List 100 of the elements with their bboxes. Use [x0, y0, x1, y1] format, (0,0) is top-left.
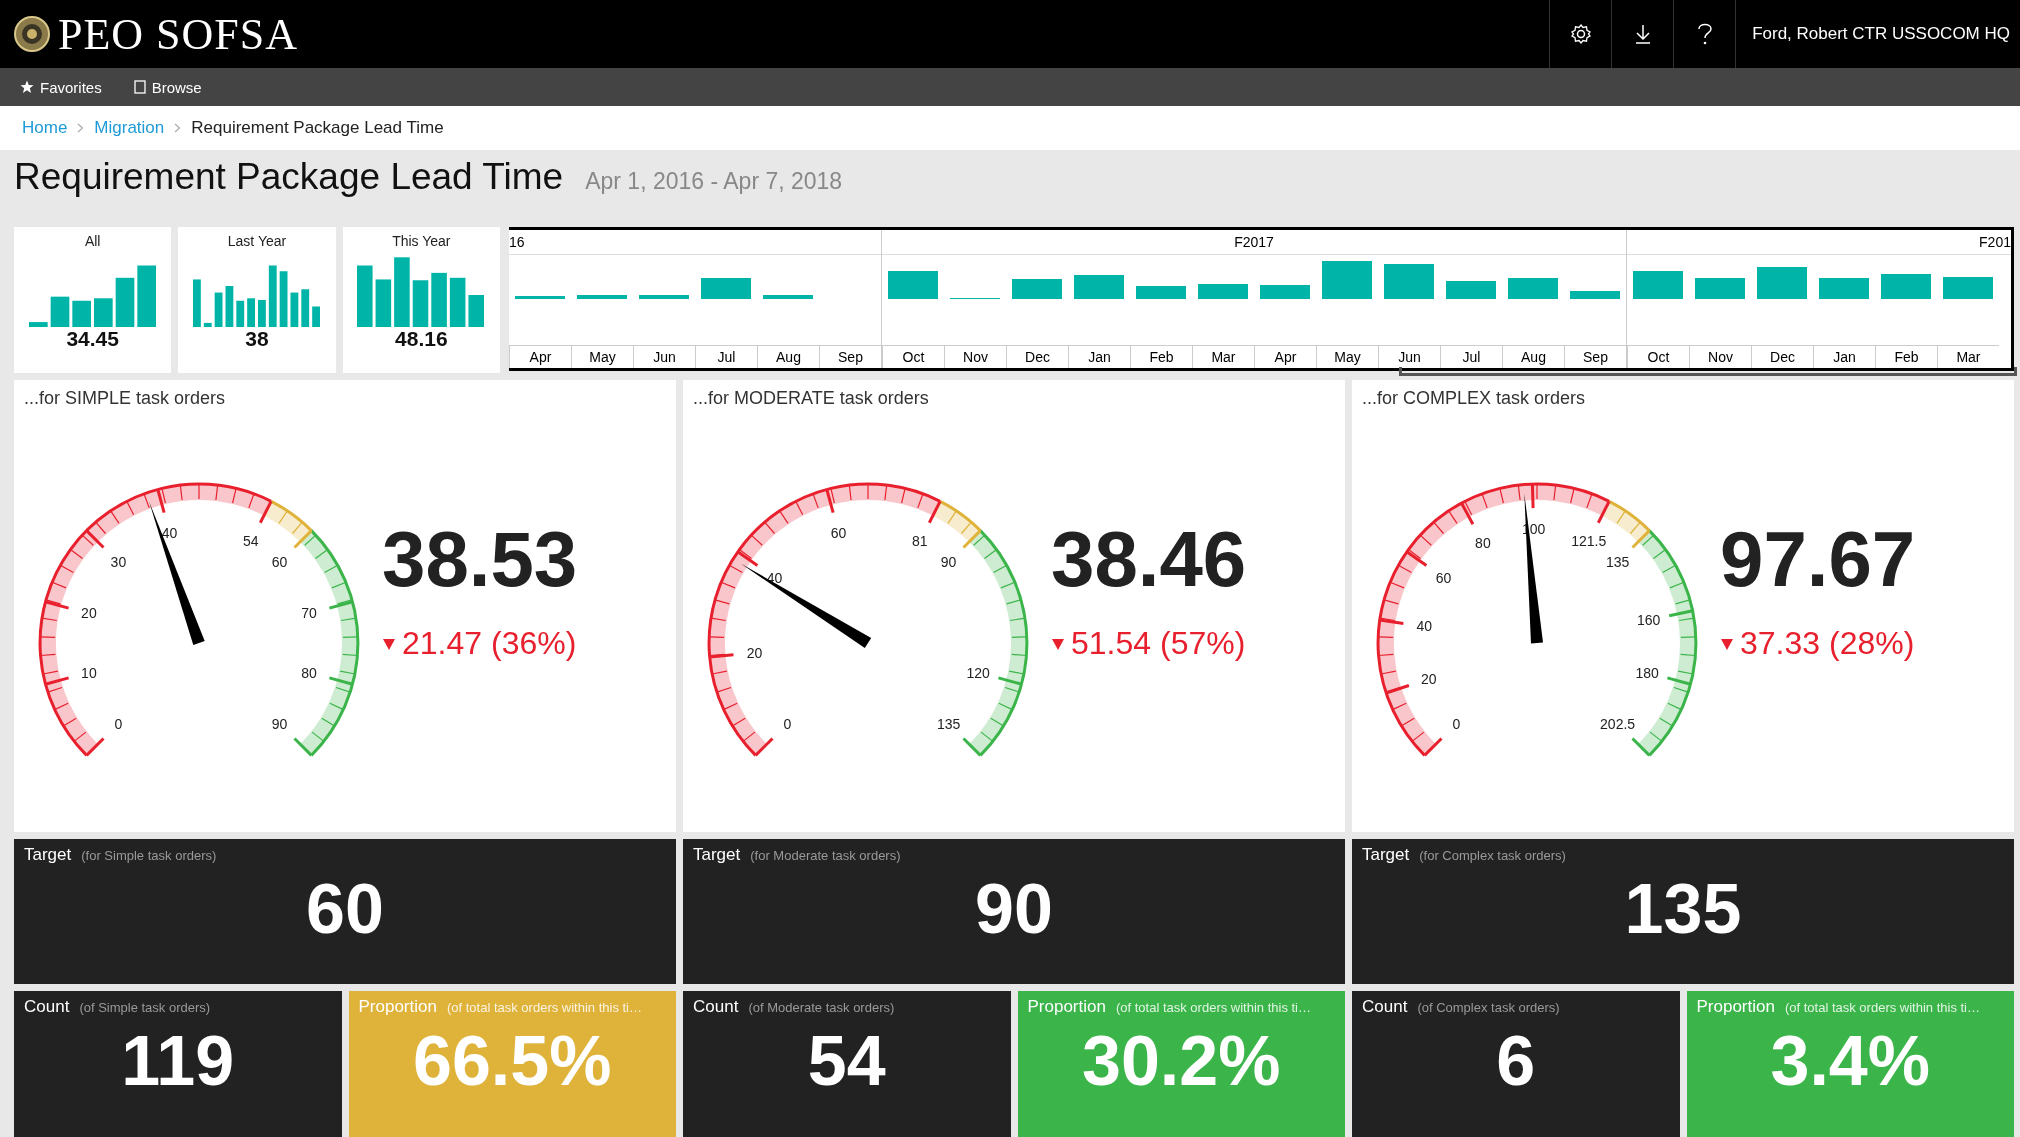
- down-triangle-icon: [1720, 636, 1734, 651]
- month-label[interactable]: Jan: [1813, 345, 1875, 368]
- month-label[interactable]: Mar: [1937, 345, 1999, 368]
- gauge-tick-label: 20: [1421, 670, 1437, 687]
- timeline-bar: [888, 271, 938, 299]
- gauge-tick-label: 180: [1635, 664, 1659, 681]
- year-label: 16: [509, 234, 525, 250]
- card-label: Target: [1362, 845, 1410, 865]
- month-label[interactable]: Nov: [944, 345, 1006, 368]
- month-label[interactable]: Aug: [1502, 345, 1564, 368]
- timeline-bar: [950, 297, 1000, 299]
- summary-card[interactable]: Last Year 38: [178, 227, 336, 373]
- gauge-change: 51.54 (57%): [1071, 625, 1246, 662]
- timeline-bar: [1384, 264, 1434, 299]
- timeline-bar: [1322, 261, 1372, 299]
- card-label: Proportion: [1027, 997, 1106, 1017]
- timeline-bar: [1881, 273, 1931, 299]
- timeline-bar: [1508, 278, 1558, 299]
- gauge-tick-label: 54: [242, 533, 259, 550]
- timeline-bar: [701, 278, 751, 299]
- month-label[interactable]: Apr: [509, 345, 571, 368]
- gauge-tick-label: 135: [936, 715, 961, 732]
- timeline-bar: [1757, 266, 1807, 299]
- gauge-value: 38.53: [382, 514, 578, 605]
- month-label[interactable]: Dec: [1751, 345, 1813, 368]
- stat-value: 54: [807, 1021, 886, 1101]
- card-label: Count: [1362, 997, 1408, 1017]
- target-value: 60: [306, 869, 384, 949]
- month-label[interactable]: Oct: [882, 345, 944, 368]
- breadcrumb-current: Requirement Package Lead Time: [191, 118, 444, 138]
- nav-link[interactable]: Browse: [133, 78, 202, 96]
- timeline-bar: [1012, 279, 1062, 299]
- down-triangle-icon: [382, 636, 396, 651]
- month-label[interactable]: Jul: [695, 345, 757, 368]
- month-label[interactable]: Jun: [633, 345, 695, 368]
- month-label[interactable]: Nov: [1689, 345, 1751, 368]
- card-note: (of Moderate task orders): [748, 1000, 895, 1015]
- target-value: 90: [975, 869, 1053, 949]
- down-triangle-icon: [1051, 636, 1065, 651]
- gauge-tick-label: 120: [966, 664, 990, 681]
- month-label[interactable]: Sep: [1564, 345, 1626, 368]
- gauge-title: ...for SIMPLE task orders: [24, 388, 226, 409]
- timeline-bar: [1633, 271, 1683, 299]
- month-label[interactable]: May: [1316, 345, 1378, 368]
- gauge-tick-label: 20: [746, 644, 763, 661]
- gauge-tick-label: 0: [114, 715, 123, 732]
- gauge-value: 97.67: [1720, 514, 1916, 605]
- summary-card[interactable]: This Year 48.16: [342, 227, 500, 373]
- gauge-change: 21.47 (36%): [402, 625, 577, 662]
- gauge-tick-label: 80: [1475, 534, 1491, 551]
- help-icon: [1696, 22, 1713, 46]
- timeline-bar: [1819, 278, 1869, 299]
- timeline-bar: [1260, 285, 1310, 299]
- stat-value: 30.2%: [1082, 1021, 1281, 1101]
- card-note: (for Moderate task orders): [750, 848, 901, 863]
- month-label[interactable]: Jan: [1068, 345, 1130, 368]
- nav-link[interactable]: Favorites: [20, 78, 102, 96]
- month-label[interactable]: Feb: [1130, 345, 1192, 368]
- chevron-icon: [174, 123, 182, 133]
- seal-icon: [14, 16, 50, 52]
- month-label[interactable]: Apr: [1254, 345, 1316, 368]
- month-label[interactable]: Feb: [1875, 345, 1937, 368]
- star-icon: [20, 80, 34, 94]
- summary-label: This Year: [392, 233, 451, 249]
- page-icon: [133, 80, 146, 94]
- timeline-bar: [1136, 286, 1186, 299]
- gauge-tick-label: 60: [271, 554, 288, 571]
- summary-value: 38: [245, 327, 269, 351]
- card-label: Target: [24, 845, 72, 865]
- month-label[interactable]: Sep: [819, 345, 881, 368]
- timeline-bar: [763, 294, 813, 299]
- month-label[interactable]: Aug: [757, 345, 819, 368]
- logo-text[interactable]: PEO SOFSA: [58, 8, 299, 60]
- year-label: F201: [1979, 234, 2011, 250]
- month-label[interactable]: Mar: [1192, 345, 1254, 368]
- chevron-icon: [77, 123, 85, 133]
- month-label[interactable]: Jun: [1378, 345, 1440, 368]
- card-label: Proportion: [1696, 997, 1775, 1017]
- timeline-bar: [1570, 290, 1620, 299]
- month-label[interactable]: Jul: [1440, 345, 1502, 368]
- month-label[interactable]: Dec: [1006, 345, 1068, 368]
- card-note: (for Simple task orders): [81, 848, 217, 863]
- gauge-tick-label: 60: [830, 524, 847, 541]
- target-value: 135: [1624, 869, 1742, 949]
- timeline-bar: [1695, 278, 1745, 299]
- summary-card[interactable]: All 34.45: [14, 227, 172, 373]
- gauge-tick-label: 60: [1435, 569, 1452, 586]
- month-label[interactable]: Oct: [1627, 345, 1689, 368]
- month-label[interactable]: May: [571, 345, 633, 368]
- card-note: (of total task orders within this ti…: [1784, 1000, 1980, 1015]
- timeline-bar: [1074, 275, 1124, 299]
- gauge-tick-label: 81: [911, 533, 928, 550]
- gauge-tick-label: 40: [1416, 618, 1432, 635]
- gauge-tick-label: 135: [1605, 554, 1630, 571]
- gauge-value: 38.46: [1051, 514, 1247, 605]
- range-selector[interactable]: [1399, 367, 2017, 376]
- gauge-tick-label: 121.5: [1571, 533, 1607, 550]
- timeline-bar: [1198, 283, 1248, 299]
- gauge-tick-label: 90: [940, 554, 957, 571]
- gauge-title: ...for COMPLEX task orders: [1362, 388, 1586, 409]
